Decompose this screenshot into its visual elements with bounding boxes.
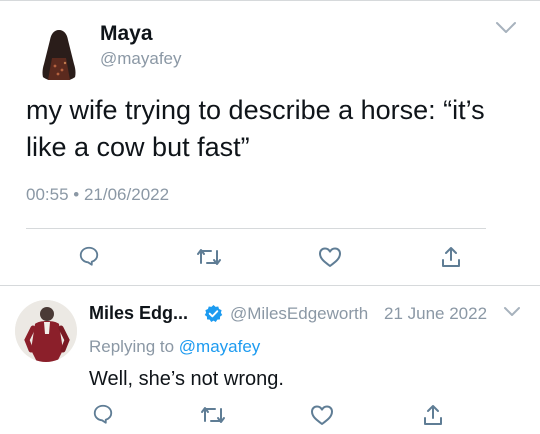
reply-author-handle[interactable]: @MilesEdgeworth [230, 304, 368, 324]
reply-avatar-image [15, 300, 77, 362]
retweet-icon[interactable] [200, 404, 226, 426]
avatar-image [42, 30, 76, 80]
replying-to-handle[interactable]: @mayafey [179, 337, 261, 356]
share-icon[interactable] [440, 245, 462, 269]
replying-to: Replying to @mayafey [89, 337, 260, 357]
verified-badge-icon [204, 304, 223, 323]
tweet-date: 21/06/2022 [83, 185, 170, 204]
like-icon[interactable] [318, 246, 342, 268]
author-handle[interactable]: @mayafey [100, 49, 182, 69]
divider [26, 228, 486, 229]
tweet-time: 00:55 [26, 185, 69, 204]
divider [0, 285, 540, 286]
reply-icon[interactable] [92, 403, 114, 425]
chevron-down-icon[interactable] [494, 20, 518, 36]
chevron-down-icon[interactable] [503, 306, 521, 318]
share-icon[interactable] [422, 403, 444, 427]
reply-avatar[interactable] [15, 300, 77, 362]
retweet-icon[interactable] [196, 246, 222, 268]
reply-icon[interactable] [78, 245, 100, 267]
avatar[interactable] [30, 24, 88, 82]
like-icon[interactable] [310, 404, 334, 426]
replying-to-label: Replying to [89, 337, 175, 356]
top-border [0, 0, 540, 1]
reply-author-name[interactable]: Miles Edg... [89, 303, 188, 324]
tweet-timestamp[interactable]: 00:55 • 21/06/2022 [26, 185, 169, 205]
meta-separator: • [73, 185, 80, 204]
reply-date[interactable]: 21 June 2022 [384, 304, 487, 324]
author-name[interactable]: Maya [100, 22, 153, 46]
reply-text: Well, she’s not wrong. [89, 368, 284, 390]
tweet-text: my wife trying to describe a horse: “it’… [26, 95, 485, 162]
